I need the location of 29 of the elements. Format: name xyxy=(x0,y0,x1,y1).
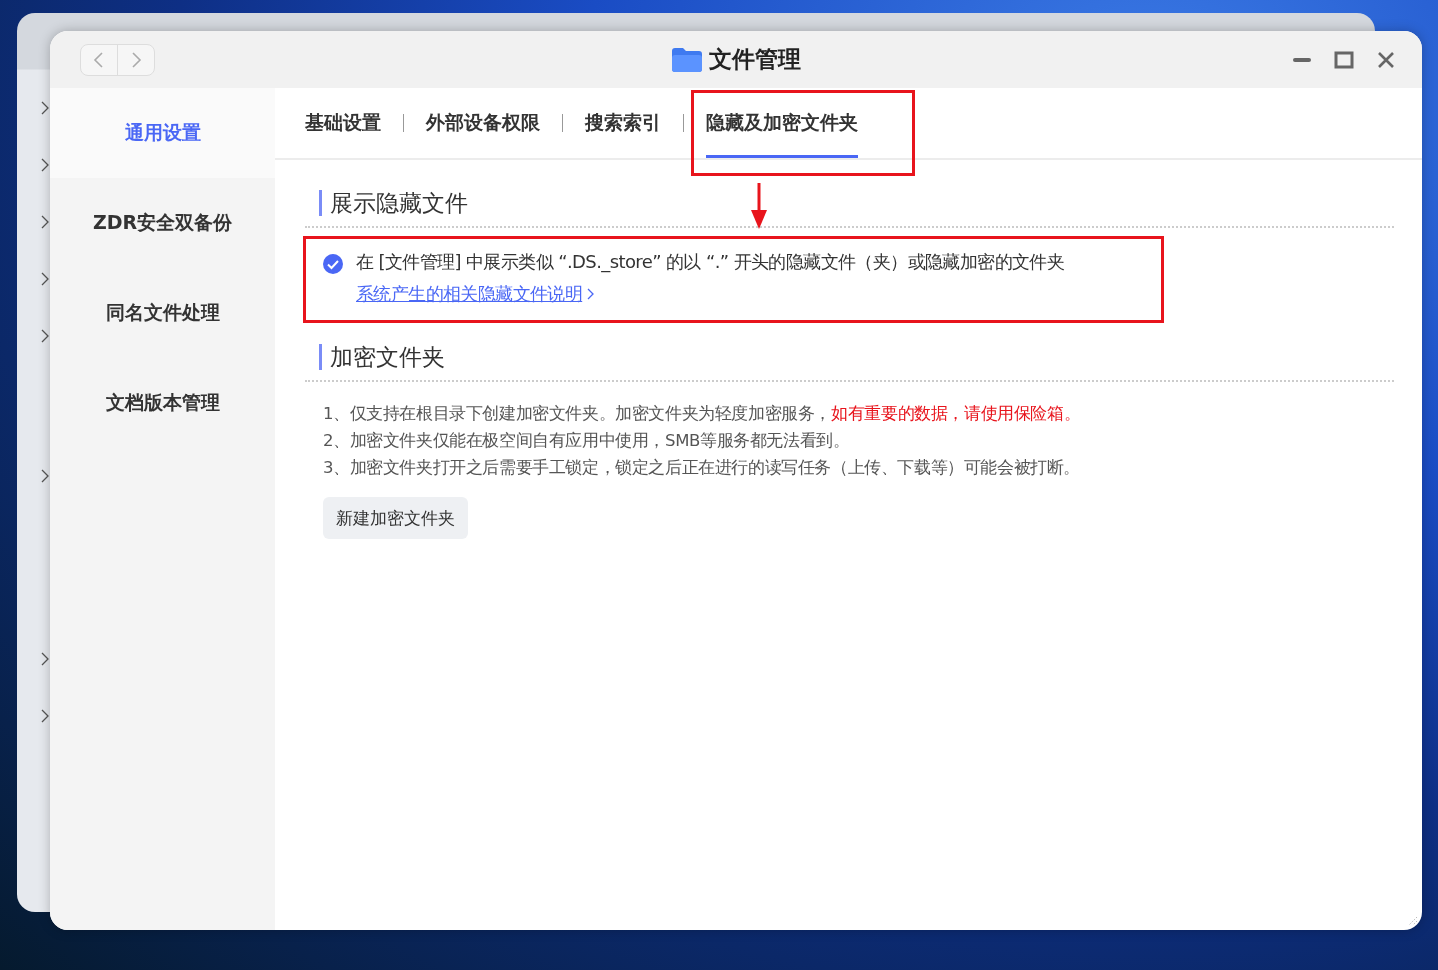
tab[interactable]: 外部设备权限 xyxy=(426,88,540,158)
note-text: 3、加密文件夹打开之后需要手工锁定，锁定之后正在进行的读写任务（上传、下载等）可能会被打断。 xyxy=(323,457,1082,479)
window-title: 文件管理 xyxy=(709,45,801,74)
chevron-icon xyxy=(40,469,50,483)
help-link[interactable]: 系统产生的相关隐藏文件说明 xyxy=(356,282,597,306)
chevron-icon xyxy=(40,215,50,229)
note-text: 2、加密文件夹仅能在极空间自有应用中使用，SMB等服务都无法看到。 xyxy=(323,430,851,452)
sidebar-item[interactable]: 文档版本管理 xyxy=(50,358,275,448)
chevron-icon xyxy=(40,158,50,172)
tab[interactable]: 搜索索引 xyxy=(585,88,661,158)
tab[interactable]: 隐藏及加密文件夹 xyxy=(706,88,858,158)
checkbox[interactable] xyxy=(322,253,344,275)
new-encrypted-folder-button[interactable]: 新建加密文件夹 xyxy=(323,497,468,539)
section-title: 加密文件夹 xyxy=(319,344,1394,370)
checkbox-label: 在 [文件管理] 中展示类似 “.DS._store” 的以 “.” 开头的隐藏文件（夹）或隐藏加密的文件夹 xyxy=(356,250,1065,275)
sidebar-item[interactable]: 同名文件处理 xyxy=(50,268,275,358)
note-text: 1、仅支持在根目录下创建加密文件夹。加密文件夹为轻度加密服务，如有重要的数据，请使用保险箱。 xyxy=(323,403,1082,425)
sidebar-item[interactable]: 通用设置 xyxy=(50,88,275,178)
chevron-icon xyxy=(40,101,50,115)
chevron-icon xyxy=(40,272,50,286)
arrow-annotation xyxy=(749,182,769,230)
tab[interactable]: 基础设置 xyxy=(305,88,381,158)
close-icon[interactable] xyxy=(1376,49,1396,70)
folder-icon xyxy=(671,46,703,73)
maximize-icon[interactable] xyxy=(1334,49,1354,70)
sidebar-item[interactable]: ZDR安全双备份 xyxy=(50,178,275,268)
chevron-icon xyxy=(40,329,50,343)
chevron-icon xyxy=(40,652,50,666)
chevron-icon xyxy=(40,709,50,723)
